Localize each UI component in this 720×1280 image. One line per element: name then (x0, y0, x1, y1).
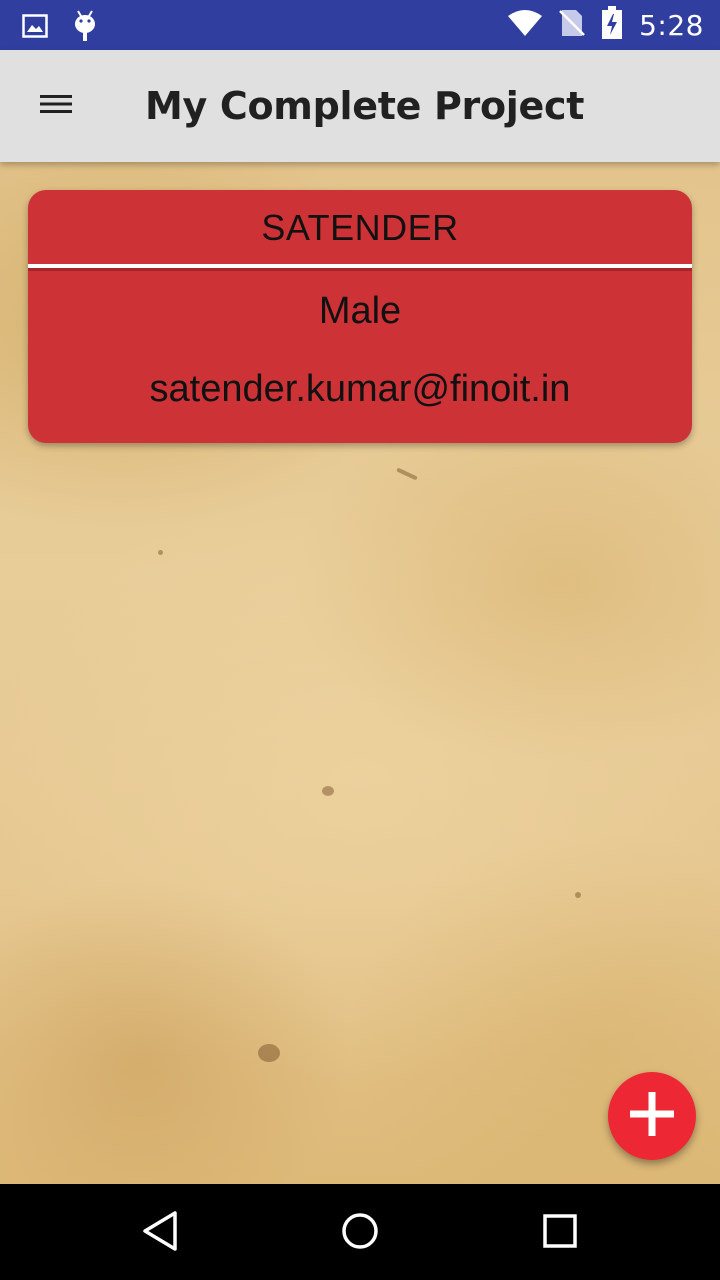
user-card[interactable]: SATENDER Male satender.kumar@finoit.in (28, 190, 692, 443)
app-bar: My Complete Project (0, 50, 720, 162)
texture-speck (396, 467, 418, 481)
back-icon (140, 1210, 180, 1257)
battery-charging-icon (601, 5, 623, 45)
recents-button[interactable] (535, 1208, 585, 1258)
user-gender: Male (318, 290, 402, 332)
menu-button[interactable] (26, 78, 86, 134)
texture-speck (158, 550, 163, 555)
navigation-bar (0, 1184, 720, 1280)
recents-icon (542, 1213, 578, 1254)
content-area: SATENDER Male satender.kumar@finoit.in (0, 162, 720, 1184)
android-debug-icon (72, 9, 98, 48)
card-divider-shadow (28, 268, 692, 271)
page-title: My Complete Project (145, 84, 585, 128)
user-name: SATENDER (261, 207, 459, 248)
texture-speck (258, 1044, 280, 1062)
back-button[interactable] (135, 1208, 185, 1258)
wifi-icon (507, 9, 543, 42)
texture-speck (322, 786, 334, 796)
texture-speck (575, 892, 581, 898)
status-bar: 5:28 (0, 0, 720, 50)
plus-icon (628, 1090, 676, 1143)
add-button[interactable] (608, 1072, 696, 1160)
home-button[interactable] (335, 1208, 385, 1258)
no-sim-icon (559, 8, 585, 43)
user-email: satender.kumar@finoit.in (149, 368, 571, 410)
status-clock: 5:28 (639, 8, 704, 42)
image-notification-icon (22, 14, 48, 43)
home-icon (340, 1211, 380, 1256)
hamburger-menu-icon (39, 92, 73, 121)
